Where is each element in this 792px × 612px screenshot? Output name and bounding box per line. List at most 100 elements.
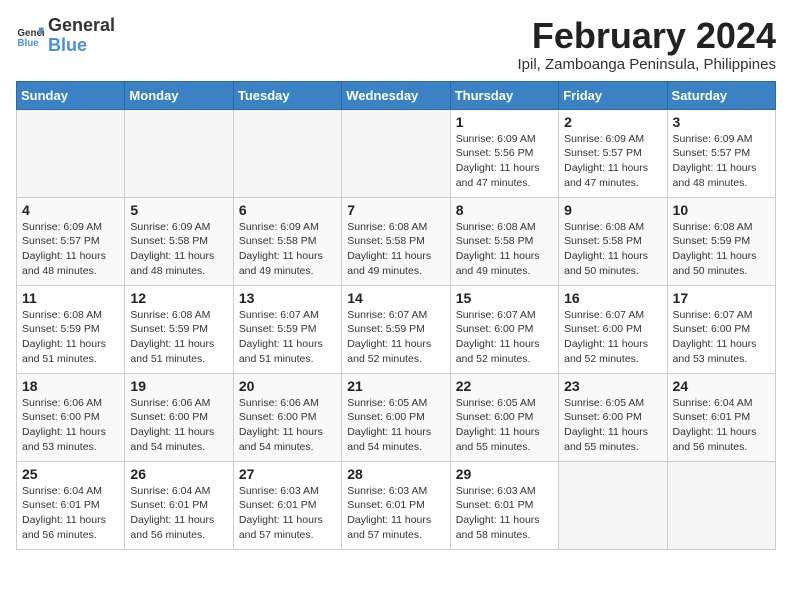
day-info: Sunrise: 6:09 AMSunset: 5:58 PMDaylight:… [130,220,227,279]
day-number: 23 [564,378,661,394]
calendar-week-3: 11 Sunrise: 6:08 AMSunset: 5:59 PMDayligh… [17,285,776,373]
day-number: 22 [456,378,553,394]
table-cell: 27 Sunrise: 6:03 AMSunset: 6:01 PMDayligh… [233,461,341,549]
day-number: 16 [564,290,661,306]
page-header: General Blue General Blue February 2024 … [16,16,776,73]
day-number: 29 [456,466,553,482]
table-cell: 26 Sunrise: 6:04 AMSunset: 6:01 PMDayligh… [125,461,233,549]
table-cell: 4 Sunrise: 6:09 AMSunset: 5:57 PMDaylight… [17,197,125,285]
day-info: Sunrise: 6:08 AMSunset: 5:59 PMDaylight:… [673,220,770,279]
day-info: Sunrise: 6:08 AMSunset: 5:58 PMDaylight:… [347,220,444,279]
day-info: Sunrise: 6:09 AMSunset: 5:57 PMDaylight:… [22,220,119,279]
table-cell: 17 Sunrise: 6:07 AMSunset: 6:00 PMDayligh… [667,285,775,373]
day-info: Sunrise: 6:06 AMSunset: 6:00 PMDaylight:… [22,396,119,455]
table-cell [559,461,667,549]
logo-blue: Blue [48,36,115,56]
day-number: 17 [673,290,770,306]
day-number: 9 [564,202,661,218]
calendar-header-row: Sunday Monday Tuesday Wednesday Thursday… [17,81,776,109]
table-cell: 6Sunrise: 6:09 AMSunset: 5:58 PMDaylight… [233,197,341,285]
day-info: Sunrise: 6:08 AMSunset: 5:58 PMDaylight:… [456,220,553,279]
day-number: 26 [130,466,227,482]
day-info: Sunrise: 6:03 AMSunset: 6:01 PMDaylight:… [347,484,444,543]
day-number: 8 [456,202,553,218]
day-info: Sunrise: 6:08 AMSunset: 5:58 PMDaylight:… [564,220,661,279]
day-number: 15 [456,290,553,306]
logo-icon: General Blue [16,22,44,50]
day-info: Sunrise: 6:08 AMSunset: 5:59 PMDaylight:… [22,308,119,367]
day-number: 24 [673,378,770,394]
day-number: 14 [347,290,444,306]
table-cell: 21Sunrise: 6:05 AMSunset: 6:00 PMDayligh… [342,373,450,461]
day-info: Sunrise: 6:09 AMSunset: 5:56 PMDaylight:… [456,132,553,191]
table-cell [342,109,450,197]
calendar-week-4: 18 Sunrise: 6:06 AMSunset: 6:00 PMDayligh… [17,373,776,461]
day-info: Sunrise: 6:04 AMSunset: 6:01 PMDaylight:… [130,484,227,543]
table-cell [125,109,233,197]
day-number: 5 [130,202,227,218]
day-number: 10 [673,202,770,218]
calendar-table: Sunday Monday Tuesday Wednesday Thursday… [16,81,776,550]
day-number: 13 [239,290,336,306]
table-cell: 11 Sunrise: 6:08 AMSunset: 5:59 PMDayligh… [17,285,125,373]
table-cell: 8 Sunrise: 6:08 AMSunset: 5:58 PMDaylight… [450,197,558,285]
day-info: Sunrise: 6:03 AMSunset: 6:01 PMDaylight:… [239,484,336,543]
day-info: Sunrise: 6:08 AMSunset: 5:59 PMDaylight:… [130,308,227,367]
col-wednesday: Wednesday [342,81,450,109]
day-info: Sunrise: 6:07 AMSunset: 6:00 PMDaylight:… [456,308,553,367]
logo: General Blue General Blue [16,16,115,56]
table-cell: 10 Sunrise: 6:08 AMSunset: 5:59 PMDayligh… [667,197,775,285]
day-number: 18 [22,378,119,394]
day-info: Sunrise: 6:05 AMSunset: 6:00 PMDaylight:… [456,396,553,455]
table-cell: 19 Sunrise: 6:06 AMSunset: 6:00 PMDayligh… [125,373,233,461]
day-number: 11 [22,290,119,306]
table-cell: 7 Sunrise: 6:08 AMSunset: 5:58 PMDaylight… [342,197,450,285]
day-number: 4 [22,202,119,218]
calendar-subtitle: Ipil, Zamboanga Peninsula, Philippines [518,56,777,73]
day-number: 7 [347,202,444,218]
table-cell: 9 Sunrise: 6:08 AMSunset: 5:58 PMDaylight… [559,197,667,285]
table-cell: 20Sunrise: 6:06 AMSunset: 6:00 PMDayligh… [233,373,341,461]
day-number: 3 [673,114,770,130]
table-cell: 22 Sunrise: 6:05 AMSunset: 6:00 PMDayligh… [450,373,558,461]
day-info: Sunrise: 6:09 AMSunset: 5:57 PMDaylight:… [673,132,770,191]
calendar-week-5: 25 Sunrise: 6:04 AMSunset: 6:01 PMDayligh… [17,461,776,549]
logo-general: General [48,16,115,36]
day-info: Sunrise: 6:09 AMSunset: 5:58 PMDaylight:… [239,220,336,279]
day-number: 12 [130,290,227,306]
table-cell: 1Sunrise: 6:09 AMSunset: 5:56 PMDaylight… [450,109,558,197]
day-number: 21 [347,378,444,394]
title-area: February 2024 Ipil, Zamboanga Peninsula,… [518,16,777,73]
col-sunday: Sunday [17,81,125,109]
calendar-week-1: 1Sunrise: 6:09 AMSunset: 5:56 PMDaylight… [17,109,776,197]
day-info: Sunrise: 6:04 AMSunset: 6:01 PMDaylight:… [22,484,119,543]
calendar-title: February 2024 [518,16,777,56]
table-cell: 18 Sunrise: 6:06 AMSunset: 6:00 PMDayligh… [17,373,125,461]
svg-text:Blue: Blue [17,38,39,49]
table-cell: 29Sunrise: 6:03 AMSunset: 6:01 PMDayligh… [450,461,558,549]
table-cell [667,461,775,549]
day-info: Sunrise: 6:07 AMSunset: 5:59 PMDaylight:… [347,308,444,367]
table-cell: 5 Sunrise: 6:09 AMSunset: 5:58 PMDaylight… [125,197,233,285]
table-cell: 25 Sunrise: 6:04 AMSunset: 6:01 PMDayligh… [17,461,125,549]
day-number: 19 [130,378,227,394]
table-cell: 12 Sunrise: 6:08 AMSunset: 5:59 PMDayligh… [125,285,233,373]
day-info: Sunrise: 6:06 AMSunset: 6:00 PMDaylight:… [239,396,336,455]
day-number: 28 [347,466,444,482]
table-cell: 15 Sunrise: 6:07 AMSunset: 6:00 PMDayligh… [450,285,558,373]
day-number: 27 [239,466,336,482]
col-thursday: Thursday [450,81,558,109]
day-info: Sunrise: 6:06 AMSunset: 6:00 PMDaylight:… [130,396,227,455]
table-cell: 3 Sunrise: 6:09 AMSunset: 5:57 PMDaylight… [667,109,775,197]
col-saturday: Saturday [667,81,775,109]
calendar-week-2: 4 Sunrise: 6:09 AMSunset: 5:57 PMDaylight… [17,197,776,285]
day-info: Sunrise: 6:07 AMSunset: 6:00 PMDaylight:… [673,308,770,367]
day-info: Sunrise: 6:07 AMSunset: 5:59 PMDaylight:… [239,308,336,367]
table-cell: 24Sunrise: 6:04 AMSunset: 6:01 PMDayligh… [667,373,775,461]
day-number: 2 [564,114,661,130]
table-cell: 28 Sunrise: 6:03 AMSunset: 6:01 PMDayligh… [342,461,450,549]
table-cell: 14 Sunrise: 6:07 AMSunset: 5:59 PMDayligh… [342,285,450,373]
day-info: Sunrise: 6:09 AMSunset: 5:57 PMDaylight:… [564,132,661,191]
day-number: 25 [22,466,119,482]
table-cell [233,109,341,197]
